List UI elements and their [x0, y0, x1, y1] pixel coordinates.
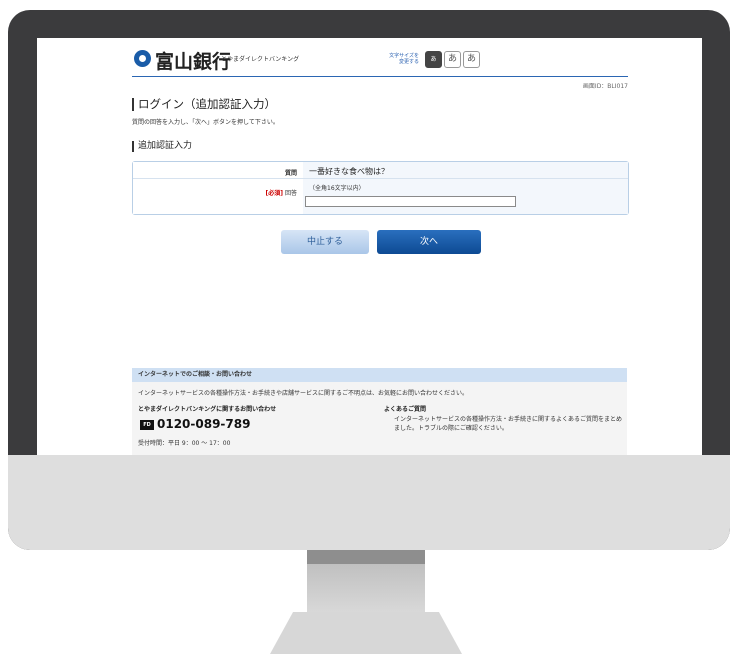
- phone-number[interactable]: 0120-089-789: [157, 417, 250, 431]
- service-name: とやまダイレクトバンキング: [221, 56, 300, 63]
- monitor-screen: 富山銀行 とやまダイレクトバンキング 文字サイズを 変更する あ あ あ 画面I…: [37, 38, 702, 455]
- monitor-stand-joint: [307, 550, 425, 564]
- form-row-divider: [133, 178, 628, 179]
- site-header: 富山銀行 とやまダイレクトバンキング 文字サイズを 変更する あ あ あ: [37, 38, 702, 76]
- cancel-button[interactable]: 中止する: [281, 230, 369, 254]
- bank-name: 富山銀行: [155, 51, 232, 73]
- business-hours: 受付時間：平日 9：00 ～ 17：00: [138, 440, 231, 447]
- monitor-stand-base: [270, 612, 462, 654]
- footer-title: インターネットでのご相談・お問い合わせ: [132, 368, 627, 382]
- answer-label: 回答: [284, 190, 297, 197]
- faq-text: インターネットサービスの各種操作方法・お手続きに関するよくあるご質問をまとめまし…: [394, 416, 623, 432]
- freedial-icon: FD: [140, 420, 154, 430]
- next-button[interactable]: 次へ: [377, 230, 481, 254]
- font-size-large-button[interactable]: あ: [463, 51, 480, 68]
- footer-note: インターネットサービスの各種操作方法・お手続きや店舗サービスに関するご不明点は、…: [138, 390, 469, 397]
- section-title: 追加認証入力: [132, 141, 192, 152]
- form-label-column: 質問 [必須] 回答: [133, 162, 303, 214]
- header-divider: [132, 76, 628, 77]
- page-title: ログイン（追加認証入力）: [132, 98, 276, 111]
- question-label: 質問: [284, 170, 297, 177]
- question-text: 一番好きな食べ物は？: [309, 167, 389, 176]
- answer-hint: （全角16文字以内）: [309, 185, 365, 192]
- font-size-label: 文字サイズを 変更する: [389, 53, 419, 65]
- font-size-small-button[interactable]: あ: [425, 51, 442, 68]
- answer-input[interactable]: [305, 196, 516, 207]
- instruction-text: 質問の回答を入力し、「次へ」ボタンを押して下さい。: [132, 119, 279, 126]
- faq-heading[interactable]: よくあるご質問: [384, 404, 426, 413]
- screen-id: 画面ID：BLI017: [582, 83, 628, 90]
- answer-label-group: [必須] 回答: [265, 188, 297, 197]
- footer-panel: インターネットサービスの各種操作方法・お手続きや店舗サービスに関するご不明点は、…: [132, 382, 627, 455]
- monitor-chin: [8, 455, 730, 550]
- required-tag: [必須]: [265, 190, 283, 197]
- contact-heading: とやまダイレクトバンキングに関するお問い合わせ: [138, 406, 277, 413]
- bank-logo-icon: [134, 50, 151, 67]
- font-size-medium-button[interactable]: あ: [444, 51, 461, 68]
